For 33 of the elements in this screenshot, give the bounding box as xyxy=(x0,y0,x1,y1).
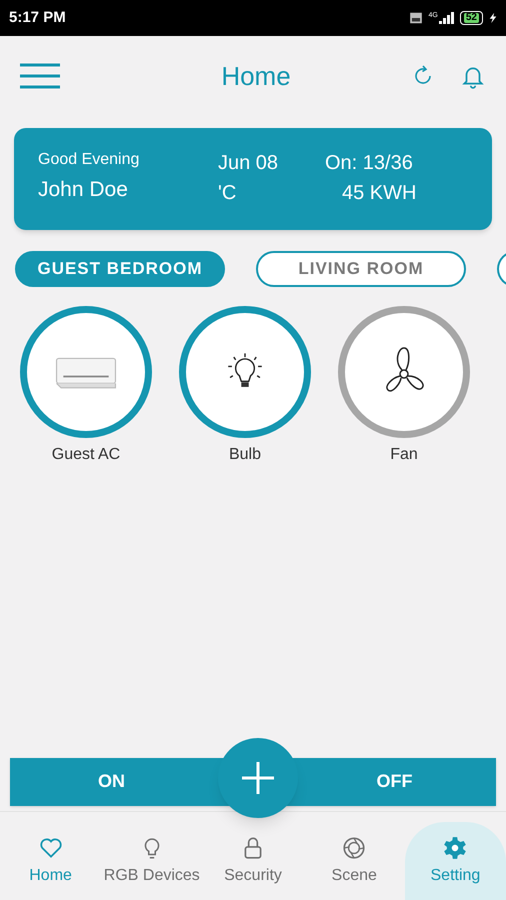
sim-icon xyxy=(408,11,423,25)
page-title: Home xyxy=(220,60,292,92)
nav-label: Security xyxy=(224,866,282,886)
nav-label: RGB Devices xyxy=(104,866,200,886)
menu-icon[interactable] xyxy=(20,63,60,89)
device-name: Fan xyxy=(390,445,418,465)
device-name: Bulb xyxy=(228,445,262,465)
nav-label: Home xyxy=(29,866,72,886)
nav-tab[interactable]: Security xyxy=(202,822,304,900)
on-button[interactable]: ON xyxy=(10,758,213,806)
date-text: Jun 08 xyxy=(218,151,280,176)
charging-icon xyxy=(489,12,497,24)
greeting-text: Good Evening xyxy=(38,150,140,170)
devices-on-count: On: 13/36 xyxy=(325,151,414,176)
energy-usage: 45 KWH xyxy=(341,181,416,206)
status-time: 5:17 PM xyxy=(9,8,66,28)
room-tab[interactable]: LIVING ROOM xyxy=(256,251,466,287)
room-tab[interactable]: GUEST BEDROOM xyxy=(15,251,225,287)
nav-tab[interactable]: Setting xyxy=(404,822,506,900)
signal-icon xyxy=(438,12,454,24)
plus-icon xyxy=(242,762,274,794)
battery-level: 52 xyxy=(464,13,479,23)
settings-icon xyxy=(442,834,468,860)
nav-label: Setting xyxy=(430,866,480,886)
nav-tab[interactable]: Home xyxy=(0,822,102,900)
nav-tab[interactable]: Scene xyxy=(304,822,405,900)
off-button[interactable]: OFF xyxy=(293,758,496,806)
device-name: Guest AC xyxy=(52,445,120,465)
nav-label: Scene xyxy=(332,866,377,886)
nav-tab[interactable]: RGB Devices xyxy=(101,822,202,900)
temperature-text: 'C xyxy=(218,181,238,206)
user-name: John Doe xyxy=(38,177,129,203)
aperture-icon xyxy=(341,834,368,860)
